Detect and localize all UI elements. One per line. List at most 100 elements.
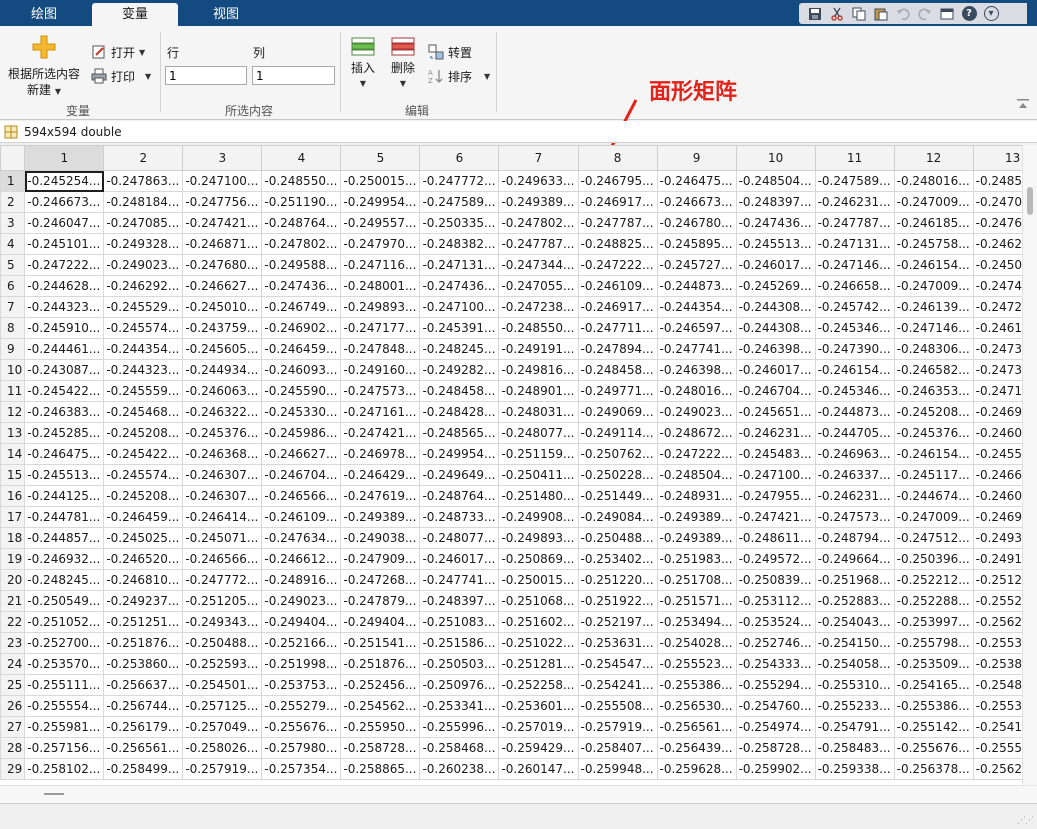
table-cell[interactable]: -0.249343... xyxy=(182,611,263,633)
table-cell[interactable]: -0.249404... xyxy=(340,611,421,633)
table-cell[interactable]: -0.248382... xyxy=(419,233,500,255)
table-cell[interactable]: -0.249389... xyxy=(340,506,421,528)
table-cell[interactable]: -0.246612... xyxy=(261,548,342,570)
table-cell[interactable]: -0.248016... xyxy=(656,380,737,402)
table-cell[interactable]: -0.247894... xyxy=(577,338,658,360)
table-cell[interactable]: -0.246459... xyxy=(261,338,342,360)
table-cell[interactable]: -0.249389... xyxy=(656,506,737,528)
table-cell[interactable]: -0.247222... xyxy=(24,254,105,276)
table-cell[interactable]: -0.248794... xyxy=(814,527,895,549)
table-cell[interactable]: -0.245254... xyxy=(24,170,105,192)
table-cell[interactable]: -0.249633... xyxy=(498,170,579,192)
table-cell[interactable]: -0.246475... xyxy=(656,170,737,192)
table-cell[interactable]: -0.253753... xyxy=(261,674,342,696)
row-header[interactable]: 9 xyxy=(0,338,26,360)
table-cell[interactable]: -0.246902... xyxy=(261,317,342,339)
table-cell[interactable]: -0.246871... xyxy=(182,233,263,255)
table-cell[interactable]: -0.246963... xyxy=(814,443,895,465)
table-cell[interactable]: -0.257125... xyxy=(182,695,263,717)
table-cell[interactable]: -0.255279... xyxy=(261,695,342,717)
sort-button[interactable]: AZ 排序 ▼ xyxy=(428,67,490,85)
table-cell[interactable]: -0.247131... xyxy=(814,233,895,255)
table-cell[interactable]: -0.251281... xyxy=(498,653,579,675)
table-cell[interactable]: -0.253524... xyxy=(735,611,816,633)
table-cell[interactable]: -0.247238... xyxy=(498,296,579,318)
table-cell[interactable]: -0.248245... xyxy=(419,338,500,360)
table-cell[interactable]: -0.244354... xyxy=(656,296,737,318)
table-cell[interactable]: -0.247268... xyxy=(340,569,421,591)
row-header[interactable]: 16 xyxy=(0,485,26,507)
table-cell[interactable]: -0.247344... xyxy=(498,254,579,276)
table-cell[interactable]: -0.244323... xyxy=(103,359,184,381)
window-icon[interactable] xyxy=(937,5,957,23)
table-cell[interactable]: -0.254547... xyxy=(577,653,658,675)
table-cell[interactable]: -0.249084... xyxy=(577,506,658,528)
horizontal-scroll-thumb[interactable] xyxy=(44,793,64,795)
column-header[interactable]: 5 xyxy=(340,145,421,171)
table-cell[interactable]: -0.247711... xyxy=(577,317,658,339)
row-header[interactable]: 23 xyxy=(0,632,26,654)
table-cell[interactable]: -0.245285... xyxy=(24,422,105,444)
row-header[interactable]: 6 xyxy=(0,275,26,297)
table-cell[interactable]: -0.245559... xyxy=(103,380,184,402)
table-cell[interactable]: -0.259628... xyxy=(656,758,737,780)
table-cell[interactable]: -0.257049... xyxy=(182,716,263,738)
table-cell[interactable]: -0.257354... xyxy=(261,758,342,780)
table-cell[interactable]: -0.247863... xyxy=(103,170,184,192)
table-cell[interactable]: -0.251251... xyxy=(103,611,184,633)
column-header[interactable]: 7 xyxy=(498,145,579,171)
table-cell[interactable]: -0.246017... xyxy=(735,254,816,276)
table-cell[interactable]: -0.249557... xyxy=(340,212,421,234)
table-cell[interactable]: -0.254501... xyxy=(182,674,263,696)
table-cell[interactable]: -0.249328... xyxy=(103,233,184,255)
table-cell[interactable]: -0.246398... xyxy=(656,359,737,381)
table-cell[interactable]: -0.246459... xyxy=(103,506,184,528)
table-cell[interactable]: -0.246520... xyxy=(103,548,184,570)
table-cell[interactable]: -0.258499... xyxy=(103,758,184,780)
table-cell[interactable]: -0.247146... xyxy=(814,254,895,276)
row-header[interactable]: 18 xyxy=(0,527,26,549)
table-cell[interactable]: -0.250869... xyxy=(498,548,579,570)
table-cell[interactable]: -0.247848... xyxy=(340,338,421,360)
table-cell[interactable]: -0.252288... xyxy=(893,590,974,612)
column-header[interactable]: 2 xyxy=(103,145,184,171)
table-cell[interactable]: -0.249237... xyxy=(103,590,184,612)
table-cell[interactable]: -0.244934... xyxy=(182,359,263,381)
table-cell[interactable]: -0.246673... xyxy=(24,191,105,213)
table-cell[interactable]: -0.246658... xyxy=(814,275,895,297)
column-header[interactable]: 4 xyxy=(261,145,342,171)
table-cell[interactable]: -0.249893... xyxy=(498,527,579,549)
table-cell[interactable]: -0.255676... xyxy=(261,716,342,738)
table-cell[interactable]: -0.247131... xyxy=(419,254,500,276)
table-cell[interactable]: -0.247573... xyxy=(814,506,895,528)
table-cell[interactable]: -0.258468... xyxy=(419,737,500,759)
table-cell[interactable]: -0.252258... xyxy=(498,674,579,696)
table-cell[interactable]: -0.248733... xyxy=(419,506,500,528)
table-cell[interactable]: -0.252593... xyxy=(182,653,263,675)
table-cell[interactable]: -0.249954... xyxy=(419,443,500,465)
table-cell[interactable]: -0.252883... xyxy=(814,590,895,612)
table-cell[interactable]: -0.247436... xyxy=(261,275,342,297)
table-cell[interactable]: -0.245208... xyxy=(103,422,184,444)
table-cell[interactable]: -0.257156... xyxy=(24,737,105,759)
table-cell[interactable]: -0.249389... xyxy=(498,191,579,213)
table-cell[interactable]: -0.245727... xyxy=(656,254,737,276)
table-cell[interactable]: -0.248504... xyxy=(656,464,737,486)
collapse-ribbon-icon[interactable] xyxy=(1017,99,1029,112)
table-cell[interactable]: -0.247009... xyxy=(893,506,974,528)
table-cell[interactable]: -0.247177... xyxy=(340,317,421,339)
table-cell[interactable]: -0.248458... xyxy=(419,380,500,402)
table-cell[interactable]: -0.248764... xyxy=(261,212,342,234)
table-cell[interactable]: -0.246231... xyxy=(735,422,816,444)
table-cell[interactable]: -0.249588... xyxy=(261,254,342,276)
table-cell[interactable]: -0.246932... xyxy=(24,548,105,570)
table-cell[interactable]: -0.245513... xyxy=(24,464,105,486)
redo-icon[interactable] xyxy=(915,5,935,23)
new-from-selection-button[interactable]: 根据所选内容 新建 ▼ xyxy=(6,34,82,100)
table-cell[interactable]: -0.245529... xyxy=(103,296,184,318)
table-cell[interactable]: -0.247772... xyxy=(419,170,500,192)
table-cell[interactable]: -0.245986... xyxy=(261,422,342,444)
table-cell[interactable]: -0.250976... xyxy=(419,674,500,696)
table-cell[interactable]: -0.246307... xyxy=(182,464,263,486)
table-cell[interactable]: -0.246017... xyxy=(735,359,816,381)
